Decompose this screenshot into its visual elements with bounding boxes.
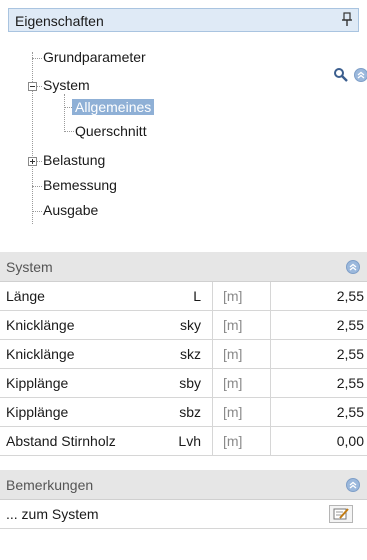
system-row: Kipplänge sby [m] 2,55 xyxy=(0,369,367,398)
property-symbol: sky xyxy=(180,317,201,333)
property-value[interactable]: 2,55 xyxy=(270,282,367,310)
column-divider xyxy=(270,427,271,455)
column-divider xyxy=(270,369,271,397)
property-value[interactable]: 2,55 xyxy=(270,369,367,397)
property-value[interactable]: 2,55 xyxy=(270,398,367,426)
property-name: Knicklänge xyxy=(6,317,75,333)
property-name: Länge xyxy=(6,288,45,304)
tree-expander-system[interactable] xyxy=(28,82,37,91)
system-row: Länge L [m] 2,55 xyxy=(0,282,367,311)
navigation-tree: Grundparameter System Allgemeines Quersc… xyxy=(0,0,367,240)
property-symbol: sbz xyxy=(179,404,201,420)
property-unit: [m] xyxy=(212,398,267,426)
remark-label: ... zum System xyxy=(6,506,99,522)
section-header-system: System xyxy=(0,252,367,282)
tree-item-belastung[interactable]: Belastung xyxy=(43,152,105,168)
property-unit: [m] xyxy=(212,282,267,310)
edit-icon[interactable] xyxy=(329,505,353,523)
property-name: Kipplänge xyxy=(6,375,69,391)
property-symbol: sby xyxy=(179,375,201,391)
tree-item-allgemeines[interactable]: Allgemeines xyxy=(72,99,155,115)
property-symbol: skz xyxy=(180,346,201,362)
section-header-bemerkungen: Bemerkungen xyxy=(0,470,367,500)
column-divider xyxy=(270,398,271,426)
property-unit: [m] xyxy=(212,311,267,339)
property-symbol: L xyxy=(193,288,201,304)
system-row: Knicklänge sky [m] 2,55 xyxy=(0,311,367,340)
tree-expander-belastung[interactable] xyxy=(28,157,37,166)
property-name: Knicklänge xyxy=(6,346,75,362)
property-symbol: Lvh xyxy=(178,433,201,449)
property-name: Abstand Stirnholz xyxy=(6,433,116,449)
property-value[interactable]: 2,55 xyxy=(270,340,367,368)
tree-item-ausgabe[interactable]: Ausgabe xyxy=(43,202,98,218)
column-divider xyxy=(270,340,271,368)
section-title: Bemerkungen xyxy=(6,477,94,493)
property-value[interactable]: 2,55 xyxy=(270,311,367,339)
search-icon[interactable] xyxy=(333,67,349,83)
tree-item-bemessung[interactable]: Bemessung xyxy=(43,177,117,193)
section-title: System xyxy=(6,259,53,275)
property-unit: [m] xyxy=(212,340,267,368)
collapse-icon[interactable] xyxy=(354,68,367,82)
tree-item-querschnitt[interactable]: Querschnitt xyxy=(75,123,147,139)
tree-item-system[interactable]: System xyxy=(43,77,90,93)
tree-item-grundparameter[interactable]: Grundparameter xyxy=(43,49,146,65)
property-name: Kipplänge xyxy=(6,404,69,420)
property-unit: [m] xyxy=(212,427,267,455)
collapse-icon[interactable] xyxy=(346,478,360,492)
collapse-icon[interactable] xyxy=(346,260,360,274)
column-divider xyxy=(270,311,271,339)
property-value[interactable]: 0,00 xyxy=(270,427,367,455)
system-row: Knicklänge skz [m] 2,55 xyxy=(0,340,367,369)
system-row: Abstand Stirnholz Lvh [m] 0,00 xyxy=(0,427,367,456)
column-divider xyxy=(270,282,271,310)
property-unit: [m] xyxy=(212,369,267,397)
remark-row: ... zum System xyxy=(0,500,367,529)
system-row: Kipplänge sbz [m] 2,55 xyxy=(0,398,367,427)
